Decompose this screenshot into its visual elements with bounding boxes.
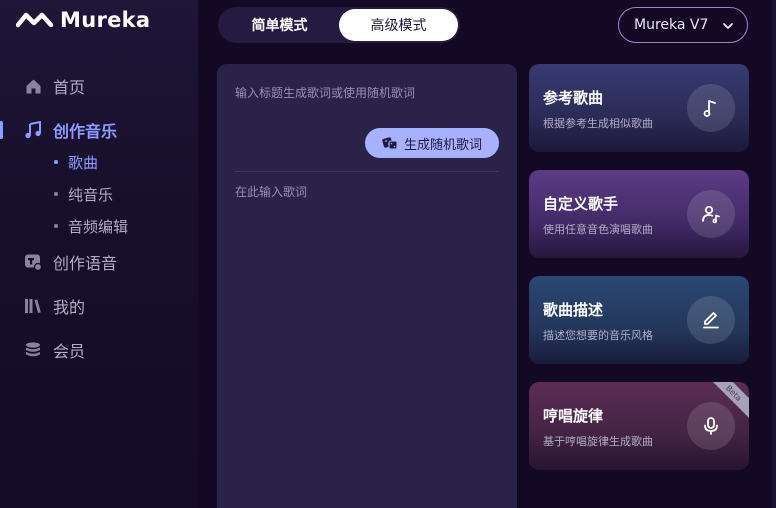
- brand-name: Mureka: [60, 8, 151, 32]
- model-select-value: Mureka V7: [634, 17, 709, 33]
- card-description: 使用任意音色演唱歌曲: [543, 223, 653, 236]
- music-note-icon: [687, 84, 735, 132]
- bullet-dot: [54, 224, 58, 228]
- singer-icon: [687, 190, 735, 238]
- sidebar-item-mine[interactable]: 我的: [0, 290, 198, 322]
- card-description: 根据参考生成相似歌曲: [543, 117, 653, 130]
- microphone-icon: [687, 402, 735, 450]
- random-lyrics-label: 生成随机歌词: [403, 137, 482, 153]
- sidebar-item-label: 会员: [53, 342, 86, 361]
- card-title: 参考歌曲: [543, 89, 604, 107]
- sidebar-item-create-music[interactable]: 创作音乐: [0, 114, 198, 146]
- hum-melody-card[interactable]: 哼唱旋律 基于哼唱旋律生成歌曲 Beta: [529, 382, 749, 470]
- logo-mark-icon: [16, 12, 54, 28]
- sidebar-item-home[interactable]: 首页: [0, 70, 198, 102]
- lyrics-textarea[interactable]: 在此输入歌词: [235, 183, 307, 200]
- custom-singer-card[interactable]: 自定义歌手 使用任意音色演唱歌曲: [529, 170, 749, 258]
- edit-icon: [687, 296, 735, 344]
- model-select[interactable]: Mureka V7: [618, 7, 748, 43]
- card-description: 描述您想要的音乐风格: [543, 329, 653, 342]
- song-title-input[interactable]: 输入标题生成歌词或使用随机歌词: [235, 84, 415, 101]
- divider: [235, 171, 499, 172]
- dice-icon: [382, 137, 398, 150]
- home-icon: [24, 77, 42, 95]
- bullet-dot: [54, 160, 58, 164]
- sidebar-item-label: 创作音乐: [53, 122, 118, 141]
- sidebar-subitem-label: 纯音乐: [68, 185, 114, 204]
- voice-icon: [24, 253, 42, 271]
- song-description-card[interactable]: 歌曲描述 描述您想要的音乐风格: [529, 276, 749, 364]
- card-title: 哼唱旋律: [543, 407, 604, 425]
- sidebar-item-label: 创作语音: [53, 254, 118, 273]
- card-description: 基于哼唱旋律生成歌曲: [543, 435, 653, 448]
- chevron-down-icon: [723, 23, 733, 29]
- lyrics-panel: 输入标题生成歌词或使用随机歌词 生成随机歌词 在此输入歌词: [217, 64, 517, 508]
- card-title: 歌曲描述: [543, 301, 604, 319]
- scrollbar-track[interactable]: [772, 0, 776, 508]
- sidebar-subitem-instrumental[interactable]: 纯音乐: [0, 180, 198, 208]
- library-icon: [24, 297, 42, 315]
- music-note-icon: [24, 121, 42, 139]
- brand-logo[interactable]: Mureka: [16, 8, 150, 32]
- main-content: 简单模式 高级模式 Mureka V7 输入标题生成歌词或使用随机歌词 生成随机…: [198, 0, 776, 508]
- sidebar-item-label: 我的: [53, 298, 86, 317]
- membership-icon: [24, 341, 42, 359]
- sidebar-subitem-label: 音频编辑: [68, 217, 129, 236]
- card-title: 自定义歌手: [543, 195, 619, 213]
- active-indicator: [0, 121, 3, 139]
- bullet-dot: [54, 192, 58, 196]
- reference-song-card[interactable]: 参考歌曲 根据参考生成相似歌曲: [529, 64, 749, 152]
- advanced-mode-tab[interactable]: 高级模式: [339, 9, 458, 41]
- sidebar-item-create-voice[interactable]: 创作语音: [0, 246, 198, 278]
- sidebar-subitem-audio-edit[interactable]: 音频编辑: [0, 212, 198, 240]
- random-lyrics-button[interactable]: 生成随机歌词: [365, 128, 499, 158]
- sidebar-subitem-label: 歌曲: [68, 153, 99, 172]
- sidebar-subitem-songs[interactable]: 歌曲: [0, 148, 198, 176]
- sidebar-item-label: 首页: [53, 78, 86, 97]
- simple-mode-tab[interactable]: 简单模式: [220, 9, 339, 41]
- sidebar: Mureka 首页 创作音乐 歌曲 纯音乐 音频编辑 创作语音 我的 会员: [0, 0, 198, 508]
- sidebar-item-membership[interactable]: 会员: [0, 334, 198, 366]
- mode-toggle: 简单模式 高级模式: [218, 7, 460, 43]
